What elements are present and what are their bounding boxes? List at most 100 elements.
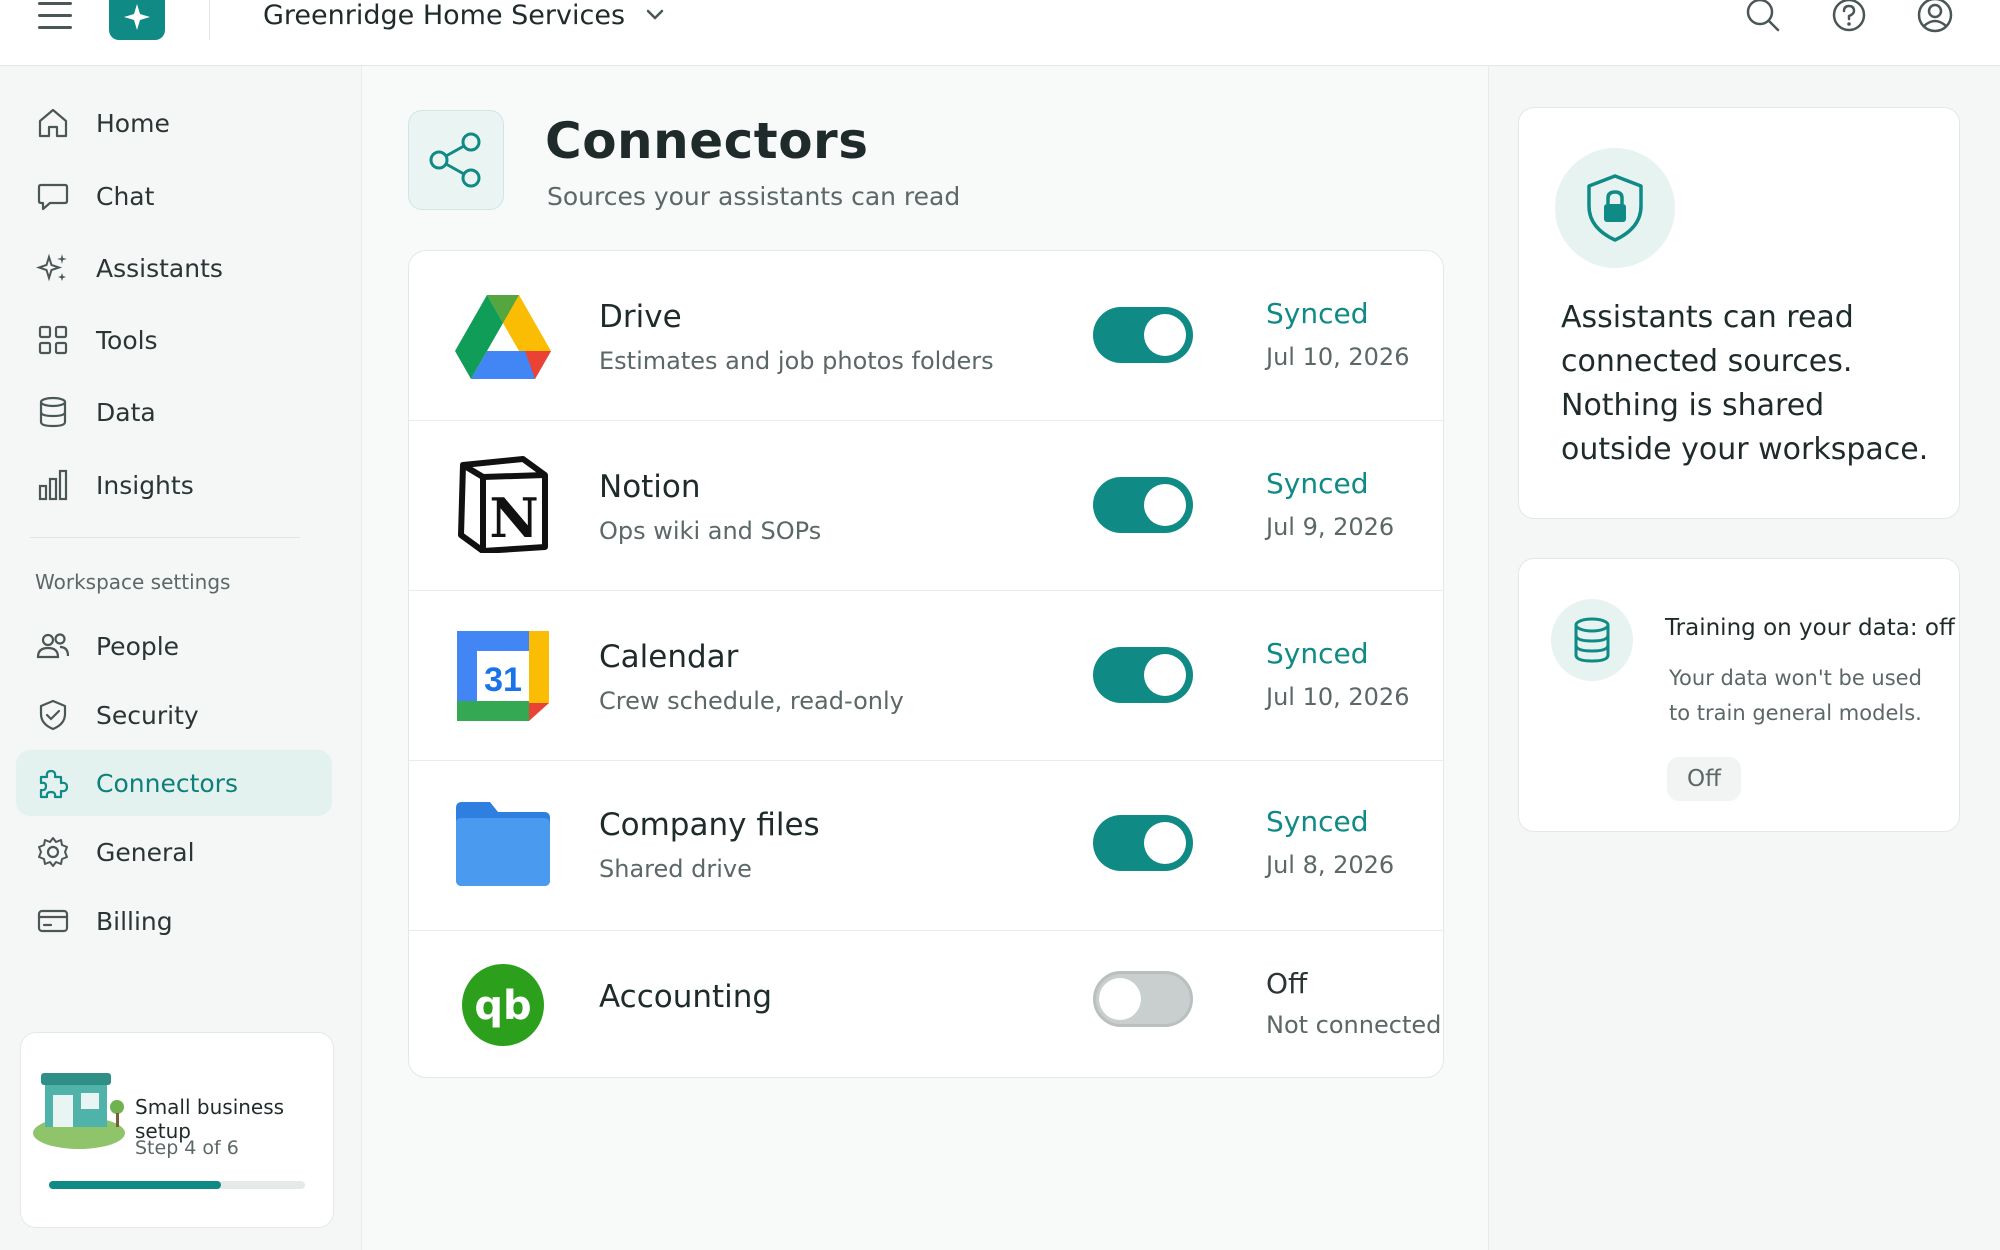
quickbooks-logo-text: qb: [474, 983, 531, 1029]
sidebar-item-label: People: [96, 631, 180, 661]
sidebar-item-tools[interactable]: Tools: [16, 307, 332, 373]
people-icon: [36, 633, 70, 659]
connector-name: Calendar: [599, 639, 739, 675]
training-description: Your data won't be used to train general…: [1669, 666, 1922, 725]
top-divider: [209, 0, 210, 40]
connector-toggle[interactable]: [1093, 815, 1193, 871]
sidebar-item-security[interactable]: Security: [16, 682, 332, 748]
setup-progress-card[interactable]: Small business setup Step 4 of 6: [20, 1032, 334, 1228]
workspace-name: Greenridge Home Services: [263, 0, 626, 31]
shield-check-icon: [39, 699, 67, 731]
connector-description: Estimates and job photos folders: [599, 347, 994, 375]
grid-icon: [38, 325, 68, 355]
page-title: Connectors: [545, 112, 869, 170]
connector-row-notion[interactable]: N Notion Ops wiki and SOPs Synced Jul 9,…: [409, 421, 1443, 591]
connector-toggle[interactable]: [1093, 647, 1193, 703]
sparkle-logo-icon[interactable]: [109, 0, 165, 40]
connector-row-accounting[interactable]: qb Accounting Off Not connected: [409, 931, 1443, 1077]
database-icon: [39, 396, 67, 428]
sidebar-item-label: Assistants: [96, 253, 223, 283]
sidebar-item-label: Insights: [96, 470, 194, 500]
svg-text:N: N: [489, 486, 538, 550]
sidebar-item-label: Connectors: [96, 768, 238, 798]
search-icon[interactable]: [1744, 0, 1782, 36]
hamburger-menu-icon[interactable]: [38, 2, 72, 29]
setup-title: Small business setup: [135, 1095, 285, 1143]
workspace-switcher[interactable]: Greenridge Home Services: [263, 0, 665, 32]
connector-row-calendar[interactable]: 31 Calendar Crew schedule, read-only Syn…: [409, 591, 1443, 761]
database-icon: [1551, 599, 1633, 681]
calendar-logo-text: 31: [484, 661, 522, 699]
sparkles-icon: [36, 253, 67, 282]
sidebar-item-label: Security: [96, 700, 199, 730]
connector-description: Crew schedule, read-only: [599, 687, 904, 715]
sidebar-item-assistants[interactable]: Assistants: [16, 235, 332, 301]
training-status-card: Training on your data: off Your data won…: [1518, 558, 1960, 832]
quickbooks-logo-icon: qb: [453, 955, 553, 1055]
setup-progress-fill: [49, 1181, 221, 1189]
sidebar-item-data[interactable]: Data: [16, 379, 332, 445]
sidebar-item-label: Tools: [96, 325, 158, 355]
connector-status: Synced: [1266, 637, 1369, 670]
connector-sync-date: Jul 10, 2026: [1266, 343, 1410, 371]
chevron-down-icon: [646, 9, 664, 20]
sidebar-divider: [30, 537, 300, 538]
drive-logo-icon: [453, 286, 553, 386]
connector-sync-date: Jul 10, 2026: [1266, 683, 1410, 711]
connector-description: Shared drive: [599, 855, 752, 883]
bar-chart-icon: [38, 469, 68, 501]
sidebar-item-insights[interactable]: Insights: [16, 452, 332, 518]
connector-row-drive[interactable]: Drive Estimates and job photos folders S…: [409, 251, 1443, 421]
training-title: Training on your data: off: [1665, 615, 1955, 641]
help-icon[interactable]: [1830, 0, 1868, 36]
puzzle-icon: [39, 769, 69, 799]
connector-status: Off: [1266, 967, 1308, 1000]
connector-name: Notion: [599, 469, 701, 505]
sidebar-item-people[interactable]: People: [16, 613, 332, 679]
connector-toggle[interactable]: [1093, 307, 1193, 363]
sidebar-item-label: General: [96, 837, 195, 867]
home-icon: [38, 108, 68, 138]
calendar-logo-icon: 31: [453, 626, 553, 726]
gear-icon: [38, 837, 68, 867]
notion-logo-icon: N: [453, 454, 553, 554]
connector-status: Synced: [1266, 467, 1369, 500]
training-off-pill[interactable]: Off: [1667, 757, 1741, 801]
sidebar-item-label: Chat: [96, 181, 155, 211]
folder-icon: [453, 793, 553, 893]
sidebar-item-label: Home: [96, 108, 170, 138]
privacy-info-text: Assistants can read connected sources. N…: [1561, 300, 1929, 467]
privacy-info-card: Assistants can read connected sources. N…: [1518, 107, 1960, 519]
setup-progress-bar: [49, 1181, 305, 1189]
sidebar-item-chat[interactable]: Chat: [16, 163, 332, 229]
connector-status: Synced: [1266, 805, 1369, 838]
connector-row-company-files[interactable]: Company files Shared drive Synced Jul 8,…: [409, 761, 1443, 931]
card-icon: [37, 909, 69, 933]
connector-description: Ops wiki and SOPs: [599, 517, 822, 545]
sidebar-item-general[interactable]: General: [16, 819, 332, 885]
connector-name: Accounting: [599, 979, 773, 1015]
chat-icon: [37, 183, 69, 211]
connectors-list: Drive Estimates and job photos folders S…: [408, 250, 1444, 1078]
sidebar-item-label: Billing: [96, 906, 173, 936]
sidebar-item-connectors[interactable]: Connectors: [16, 750, 332, 816]
connector-sync-date: Jul 8, 2026: [1266, 851, 1395, 879]
sidebar-item-billing[interactable]: Billing: [16, 888, 332, 954]
storefront-illustration-icon: [33, 1073, 125, 1149]
connector-sync-date: Jul 9, 2026: [1266, 513, 1395, 541]
connector-name: Company files: [599, 807, 820, 843]
page-subtitle: Sources your assistants can read: [547, 182, 961, 211]
connector-status: Synced: [1266, 297, 1369, 330]
setup-step: Step 4 of 6: [135, 1137, 239, 1159]
top-bar: Greenridge Home Services: [0, 0, 2000, 66]
sidebar-item-home[interactable]: Home: [16, 90, 332, 156]
connector-sync-date: Not connected: [1266, 1011, 1442, 1039]
share-nodes-icon: [408, 110, 504, 210]
connector-toggle[interactable]: [1093, 477, 1193, 533]
connector-name: Drive: [599, 299, 682, 335]
connector-toggle[interactable]: [1093, 971, 1193, 1027]
section-label: Workspace settings: [35, 570, 231, 594]
shield-lock-icon: [1555, 148, 1675, 268]
account-icon[interactable]: [1916, 0, 1954, 36]
sidebar-item-label: Data: [96, 397, 156, 427]
